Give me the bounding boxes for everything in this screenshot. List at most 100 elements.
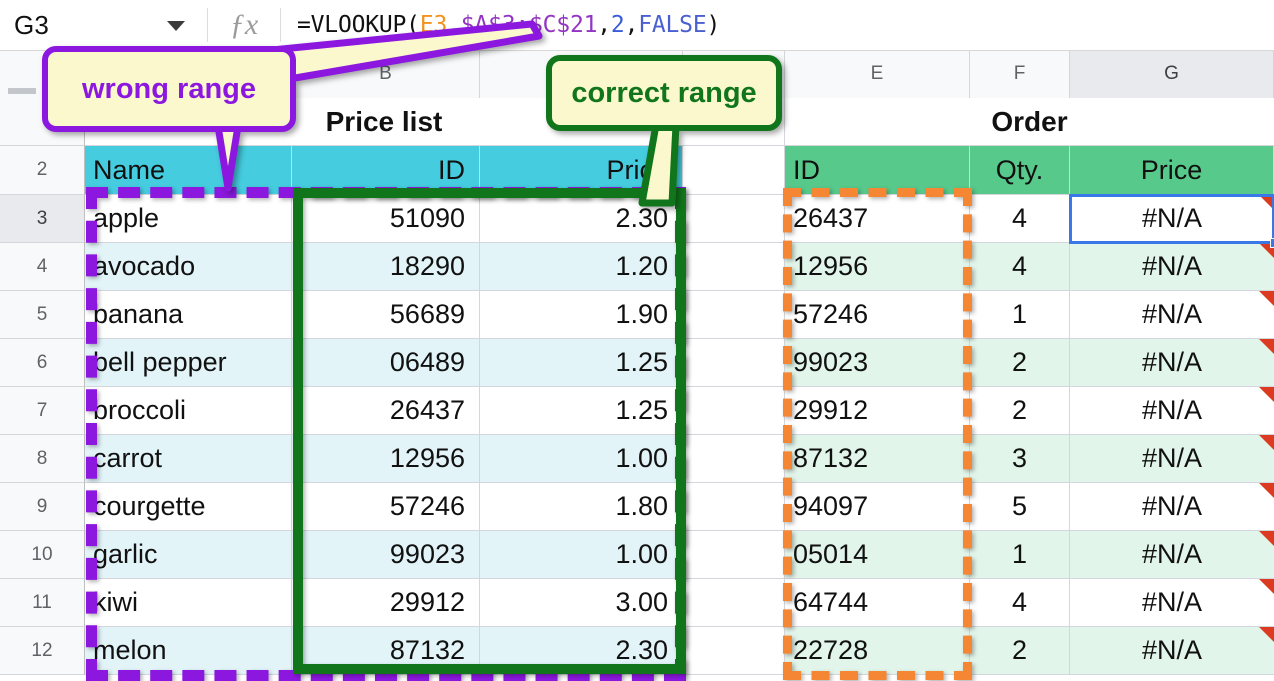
cell-a11[interactable]: kiwi bbox=[85, 579, 292, 627]
row-header-7[interactable]: 7 bbox=[0, 387, 85, 435]
cell-a6[interactable]: bell pepper bbox=[85, 339, 292, 387]
cell-d9[interactable] bbox=[683, 483, 785, 531]
cell-c8[interactable]: 1.00 bbox=[480, 435, 683, 483]
cell-g7[interactable]: #N/A bbox=[1070, 387, 1274, 435]
cell-g4[interactable]: #N/A bbox=[1070, 243, 1274, 291]
cell-b10[interactable]: 99023 bbox=[292, 531, 480, 579]
cell-c11[interactable]: 3.00 bbox=[480, 579, 683, 627]
cell-c4[interactable]: 1.20 bbox=[480, 243, 683, 291]
cell-e9[interactable]: 94097 bbox=[785, 483, 970, 531]
cell-a7[interactable]: broccoli bbox=[85, 387, 292, 435]
cell-f6[interactable]: 2 bbox=[970, 339, 1070, 387]
cell-c7[interactable]: 1.25 bbox=[480, 387, 683, 435]
row-header-10[interactable]: 10 bbox=[0, 531, 85, 579]
cell-d6[interactable] bbox=[683, 339, 785, 387]
cell-a4[interactable]: avocado bbox=[85, 243, 292, 291]
cell-b5[interactable]: 56689 bbox=[292, 291, 480, 339]
fx-button[interactable]: ƒx bbox=[208, 0, 280, 50]
cell-e4[interactable]: 12956 bbox=[785, 243, 970, 291]
price-list-header-id[interactable]: ID bbox=[292, 146, 480, 195]
cell-b4[interactable]: 18290 bbox=[292, 243, 480, 291]
callout-wrong-range-body: wrong range bbox=[42, 46, 296, 132]
cell-d4[interactable] bbox=[683, 243, 785, 291]
cell-e10[interactable]: 05014 bbox=[785, 531, 970, 579]
fx-icon: ƒx bbox=[230, 8, 258, 42]
cell-e5[interactable]: 57246 bbox=[785, 291, 970, 339]
cell-e3[interactable]: 26437 bbox=[785, 195, 970, 243]
name-box[interactable]: G3 bbox=[0, 0, 207, 50]
cell-a10[interactable]: garlic bbox=[85, 531, 292, 579]
row-header-11[interactable]: 11 bbox=[0, 579, 85, 627]
row-header-8[interactable]: 8 bbox=[0, 435, 85, 483]
cell-e6[interactable]: 99023 bbox=[785, 339, 970, 387]
cell-f9[interactable]: 5 bbox=[970, 483, 1070, 531]
cell-b9[interactable]: 57246 bbox=[292, 483, 480, 531]
cell-c10[interactable]: 1.00 bbox=[480, 531, 683, 579]
cell-c5[interactable]: 1.90 bbox=[480, 291, 683, 339]
row-header-4[interactable]: 4 bbox=[0, 243, 85, 291]
cell-d8[interactable] bbox=[683, 435, 785, 483]
cell-b3[interactable]: 51090 bbox=[292, 195, 480, 243]
row-header-5[interactable]: 5 bbox=[0, 291, 85, 339]
cell-g10[interactable]: #N/A bbox=[1070, 531, 1274, 579]
cell-f12[interactable]: 2 bbox=[970, 627, 1070, 675]
column-header-e[interactable]: E bbox=[785, 50, 970, 98]
cell-b12[interactable]: 87132 bbox=[292, 627, 480, 675]
cell-f10[interactable]: 1 bbox=[970, 531, 1070, 579]
cell-d12[interactable] bbox=[683, 627, 785, 675]
cell-f4[interactable]: 4 bbox=[970, 243, 1070, 291]
cell-g5[interactable]: #N/A bbox=[1070, 291, 1274, 339]
cell-c6[interactable]: 1.25 bbox=[480, 339, 683, 387]
cell-g11[interactable]: #N/A bbox=[1070, 579, 1274, 627]
cell-d11[interactable] bbox=[683, 579, 785, 627]
cell-f3[interactable]: 4 bbox=[970, 195, 1070, 243]
cell-a9[interactable]: courgette bbox=[85, 483, 292, 531]
cell-d10[interactable] bbox=[683, 531, 785, 579]
column-header-g[interactable]: G bbox=[1070, 50, 1274, 98]
cell-g3[interactable]: #N/A bbox=[1070, 195, 1274, 243]
cell-c9[interactable]: 1.80 bbox=[480, 483, 683, 531]
cell-b7[interactable]: 26437 bbox=[292, 387, 480, 435]
cell-e7[interactable]: 29912 bbox=[785, 387, 970, 435]
formula-bar: G3 ƒx =VLOOKUP(E3,$A$3:$C$21,2,FALSE) bbox=[0, 0, 1274, 51]
cell-d5[interactable] bbox=[683, 291, 785, 339]
callout-correct-range-label: correct range bbox=[571, 77, 756, 110]
cell-g12[interactable]: #N/A bbox=[1070, 627, 1274, 675]
error-indicator-icon bbox=[1259, 579, 1274, 594]
corner-triangle-icon bbox=[8, 88, 36, 94]
cell-b11[interactable]: 29912 bbox=[292, 579, 480, 627]
selection-fill-handle[interactable] bbox=[1270, 238, 1274, 248]
cell-g8[interactable]: #N/A bbox=[1070, 435, 1274, 483]
formula-token-6: , bbox=[625, 12, 639, 38]
callout-wrong-range: wrong range bbox=[42, 46, 296, 132]
cell-a8[interactable]: carrot bbox=[85, 435, 292, 483]
cell-b8[interactable]: 12956 bbox=[292, 435, 480, 483]
cell-e12[interactable]: 22728 bbox=[785, 627, 970, 675]
row-header-9[interactable]: 9 bbox=[0, 483, 85, 531]
cell-f11[interactable]: 4 bbox=[970, 579, 1070, 627]
order-title: Order bbox=[785, 98, 1274, 146]
cell-a5[interactable]: banana bbox=[85, 291, 292, 339]
cell-f8[interactable]: 3 bbox=[970, 435, 1070, 483]
order-header-id[interactable]: ID bbox=[785, 146, 970, 195]
cell-g9[interactable]: #N/A bbox=[1070, 483, 1274, 531]
error-indicator-icon bbox=[1259, 339, 1274, 354]
cell-d7[interactable] bbox=[683, 387, 785, 435]
order-header-qty[interactable]: Qty. bbox=[970, 146, 1070, 195]
formula-token-5: 2 bbox=[611, 12, 625, 38]
cell-b6[interactable]: 06489 bbox=[292, 339, 480, 387]
cell-e11[interactable]: 64744 bbox=[785, 579, 970, 627]
cell-f5[interactable]: 1 bbox=[970, 291, 1070, 339]
callout-correct-range: correct range bbox=[546, 55, 782, 131]
error-indicator-icon bbox=[1259, 195, 1274, 210]
cell-e8[interactable]: 87132 bbox=[785, 435, 970, 483]
cell-c12[interactable]: 2.30 bbox=[480, 627, 683, 675]
column-header-f[interactable]: F bbox=[970, 50, 1070, 98]
cell-g6[interactable]: #N/A bbox=[1070, 339, 1274, 387]
cell-a12[interactable]: melon bbox=[85, 627, 292, 675]
order-header-price[interactable]: Price bbox=[1070, 146, 1274, 195]
row-header-12[interactable]: 12 bbox=[0, 627, 85, 675]
chevron-down-icon[interactable] bbox=[167, 21, 185, 31]
row-header-6[interactable]: 6 bbox=[0, 339, 85, 387]
cell-f7[interactable]: 2 bbox=[970, 387, 1070, 435]
